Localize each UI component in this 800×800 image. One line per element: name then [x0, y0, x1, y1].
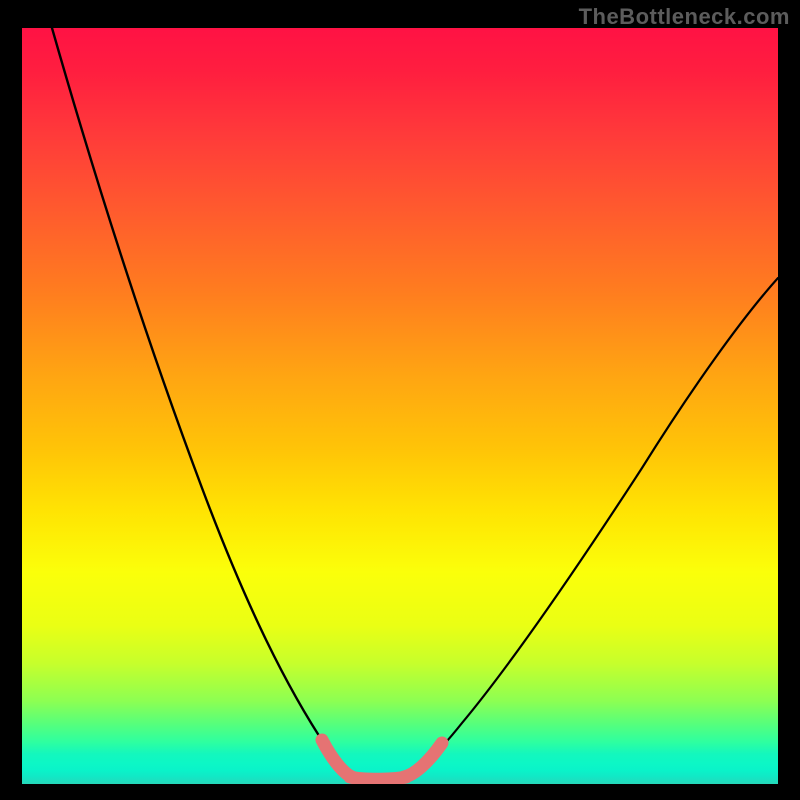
- left-curve: [52, 28, 352, 777]
- plot-area: [22, 28, 778, 784]
- chart-stage: TheBottleneck.com: [0, 0, 800, 800]
- highlight-right: [404, 743, 442, 777]
- curve-layer: [22, 28, 778, 784]
- watermark-text: TheBottleneck.com: [579, 4, 790, 30]
- right-curve: [404, 278, 778, 777]
